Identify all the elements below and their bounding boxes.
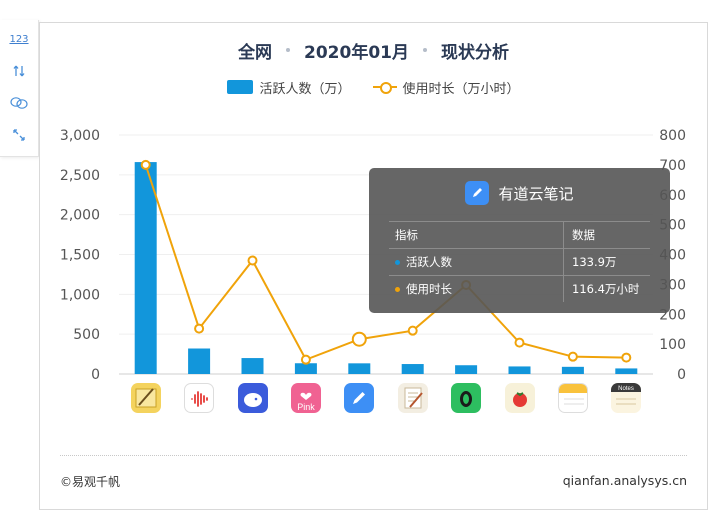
line-point xyxy=(140,159,151,170)
bar xyxy=(348,363,371,374)
source-site: qianfan.analysys.cn xyxy=(562,473,687,488)
restore-icon[interactable] xyxy=(6,122,32,148)
bar xyxy=(294,363,317,374)
notepad-icon xyxy=(130,383,161,413)
bar xyxy=(561,366,584,374)
source-credit: ©易观千帆 xyxy=(60,475,121,489)
tooltip-header: 有道云笔记 xyxy=(369,180,670,206)
youdao-note-icon xyxy=(465,181,490,205)
bar xyxy=(134,162,157,374)
tooltip-app-name: 有道云笔记 xyxy=(498,184,574,203)
tooltip-col1-header: 指标 xyxy=(395,228,418,242)
tooltip-row-label: 使用时长 xyxy=(406,282,452,296)
tooltip-table: 指标 数据 活跃人数 133.9万 使用时长 116.4万小时 xyxy=(389,221,650,302)
chart-card: 全网 2020年01月 现状分析 活跃人数（万） 使用时长（万小时） 0 500 1… xyxy=(39,22,708,510)
left-axis-tick-label: 1,500 xyxy=(60,248,100,264)
data-view-button[interactable]: 123 xyxy=(6,26,32,52)
chart-tooltip: 有道云笔记 指标 数据 活跃人数 133.9万 使用时长 116.4万小时 xyxy=(369,168,670,313)
line-point xyxy=(194,323,205,334)
bar xyxy=(615,368,638,374)
tooltip-row-value: 116.4万小时 xyxy=(572,282,640,296)
right-axis-tick-label: 0 xyxy=(677,367,686,383)
bar xyxy=(401,364,424,374)
footer-divider xyxy=(60,455,687,456)
paper-note-icon xyxy=(397,383,428,413)
bar xyxy=(508,366,531,374)
left-axis-tick-label: 500 xyxy=(73,327,100,343)
bar xyxy=(241,358,264,374)
tooltip-row: 使用时长 116.4万小时 xyxy=(389,275,650,302)
evernote-icon xyxy=(451,383,482,413)
chart-type-icon[interactable] xyxy=(6,90,32,116)
tooltip-col2-header: 数据 xyxy=(572,228,595,242)
whale-icon xyxy=(237,383,268,413)
tooltip-row-value: 133.9万 xyxy=(572,255,617,269)
left-axis-tick-label: 2,000 xyxy=(60,208,100,224)
line-point xyxy=(567,351,578,362)
line-point xyxy=(351,331,367,347)
left-axis-tick-label: 1,000 xyxy=(60,287,100,303)
line-point xyxy=(621,352,632,363)
tomato-icon xyxy=(504,383,535,413)
right-axis-tick-label: 800 xyxy=(659,128,686,144)
svg-text:Notes: Notes xyxy=(618,386,634,392)
line-point xyxy=(247,255,258,266)
svg-text:Pink: Pink xyxy=(297,402,315,412)
bar xyxy=(455,365,478,374)
line-point xyxy=(300,354,311,365)
right-axis-tick-label: 100 xyxy=(659,337,686,353)
switch-icon[interactable] xyxy=(6,58,32,84)
left-axis-tick-label: 0 xyxy=(91,367,100,383)
left-axis-tick-label: 3,000 xyxy=(60,128,100,144)
audio-wave-icon xyxy=(184,383,215,413)
bar xyxy=(188,348,211,374)
tooltip-header-row: 指标 数据 xyxy=(389,221,650,248)
notes-icon: Notes xyxy=(611,383,642,413)
tooltip-row-label: 活跃人数 xyxy=(406,255,452,269)
series-dot xyxy=(395,259,400,265)
chart-toolbar: 123 xyxy=(0,20,39,157)
left-axis-tick-label: 2,500 xyxy=(60,168,100,184)
tooltip-row: 活跃人数 133.9万 xyxy=(389,248,650,275)
series-dot xyxy=(395,286,400,292)
pink-icon: Pink xyxy=(290,383,321,413)
line-point xyxy=(407,325,418,336)
memo-icon xyxy=(557,383,588,413)
youdao-note-icon xyxy=(344,383,375,413)
line-point xyxy=(514,337,525,348)
